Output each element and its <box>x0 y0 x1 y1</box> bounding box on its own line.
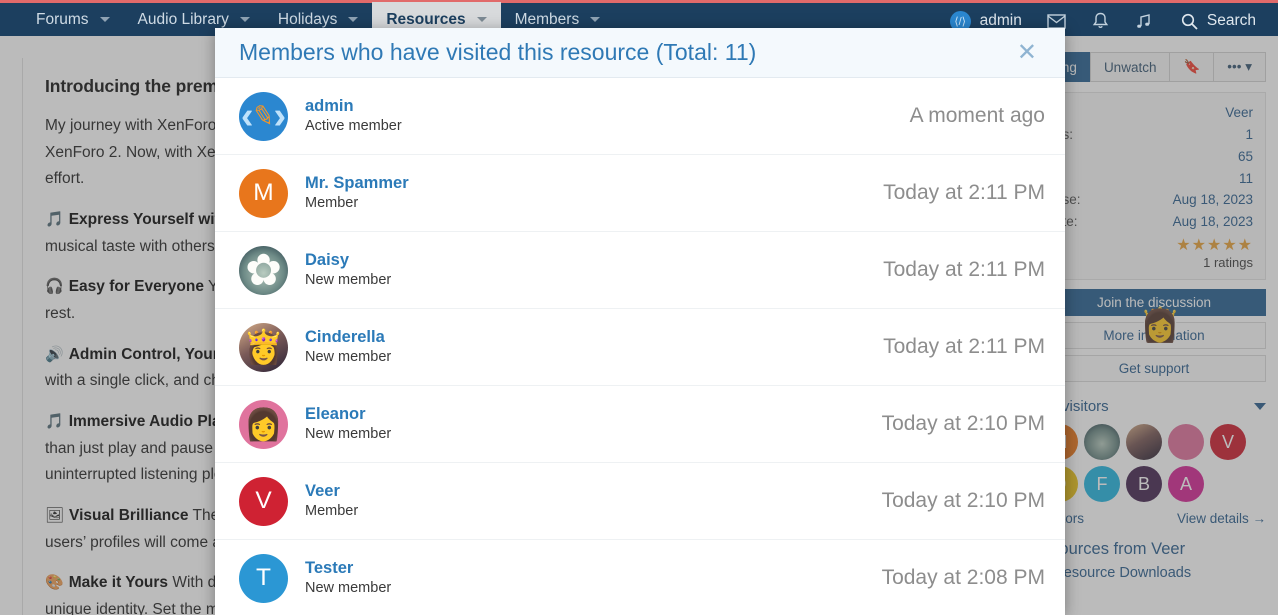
visitor-avatar[interactable] <box>239 322 288 372</box>
chevron-down-icon[interactable] <box>590 17 601 22</box>
visitor-title: New member <box>305 272 392 289</box>
visitor-name[interactable]: Mr. Spammer <box>305 173 883 194</box>
visitor-timestamp: A moment ago <box>909 104 1045 127</box>
visitor-name[interactable]: Veer <box>305 481 882 502</box>
visitor-timestamp: Today at 2:11 PM <box>883 335 1045 358</box>
visitor-name[interactable]: admin <box>305 96 910 117</box>
visitor-row[interactable]: adminActive memberA moment ago <box>215 78 1065 155</box>
visitor-info: admin Active member <box>305 96 910 137</box>
visitor-info: Mr. Spammer Member <box>305 173 883 214</box>
visitor-name[interactable]: Eleanor <box>305 404 882 425</box>
visitor-avatar[interactable] <box>239 245 288 295</box>
search-button[interactable]: Search <box>1165 12 1266 30</box>
chevron-down-icon[interactable] <box>99 17 110 22</box>
visitor-info: Veer Member <box>305 481 882 522</box>
visitor-title: Member <box>305 503 359 520</box>
visitor-list: adminActive memberA moment agoMMr. Spamm… <box>215 78 1065 615</box>
bell-icon[interactable] <box>1079 12 1122 30</box>
visitor-title: Member <box>305 195 359 212</box>
visitor-info: Cinderella New member <box>305 327 883 368</box>
close-icon[interactable]: ✕ <box>1007 37 1047 69</box>
visitors-modal: Members who have visited this resource (… <box>215 28 1065 615</box>
visitor-avatar[interactable]: V <box>239 476 288 526</box>
chevron-down-icon[interactable] <box>476 17 487 22</box>
visitor-row[interactable]: T Tester New member Today at 2:08 PM <box>215 540 1065 615</box>
visitor-info: Daisy New member <box>305 250 883 291</box>
visitor-name[interactable]: Daisy <box>305 250 883 271</box>
music-note-icon[interactable] <box>1122 13 1165 30</box>
visitor-title: Active member <box>305 118 402 135</box>
visitor-avatar[interactable] <box>239 399 288 449</box>
visitor-info: Eleanor New member <box>305 404 882 445</box>
modal-header: Members who have visited this resource (… <box>215 28 1065 78</box>
visitor-avatar[interactable]: M <box>239 168 288 218</box>
nav-item-label: Forums <box>36 10 89 28</box>
visitor-timestamp: Today at 2:08 PM <box>881 566 1045 589</box>
visitor-row[interactable]: CinderellaNew memberToday at 2:11 PM <box>215 309 1065 386</box>
visitor-timestamp: Today at 2:11 PM <box>883 258 1045 281</box>
visitor-avatar[interactable] <box>239 91 288 141</box>
search-label: Search <box>1206 12 1256 29</box>
nav-item-label: Resources <box>386 10 466 28</box>
nav-item-forums[interactable]: Forums <box>22 2 124 38</box>
visitor-avatar[interactable]: T <box>239 553 288 603</box>
visitor-row[interactable]: M Mr. Spammer Member Today at 2:11 PM <box>215 155 1065 232</box>
visitor-row[interactable]: DaisyNew memberToday at 2:11 PM <box>215 232 1065 309</box>
nav-item-label: Holidays <box>277 10 338 28</box>
modal-title: Members who have visited this resource (… <box>239 39 757 65</box>
chevron-down-icon[interactable] <box>239 17 250 22</box>
visitor-title: New member <box>305 426 392 443</box>
chevron-down-icon[interactable] <box>348 17 359 22</box>
visitor-title: New member <box>305 349 392 366</box>
visitor-title: New member <box>305 580 392 597</box>
visitor-name[interactable]: Cinderella <box>305 327 883 348</box>
visitor-name[interactable]: Tester <box>305 558 882 579</box>
envelope-icon[interactable] <box>1034 13 1079 29</box>
visitor-timestamp: Today at 2:10 PM <box>881 489 1045 512</box>
visitor-row[interactable]: EleanorNew memberToday at 2:10 PM <box>215 386 1065 463</box>
visitor-timestamp: Today at 2:11 PM <box>883 181 1045 204</box>
nav-item-label: Audio Library <box>137 10 229 28</box>
nav-item-label: Members <box>514 10 580 28</box>
visitor-info: Tester New member <box>305 558 882 599</box>
search-icon <box>1181 13 1198 30</box>
visitor-row[interactable]: V Veer Member Today at 2:10 PM <box>215 463 1065 540</box>
visitor-timestamp: Today at 2:10 PM <box>881 412 1045 435</box>
